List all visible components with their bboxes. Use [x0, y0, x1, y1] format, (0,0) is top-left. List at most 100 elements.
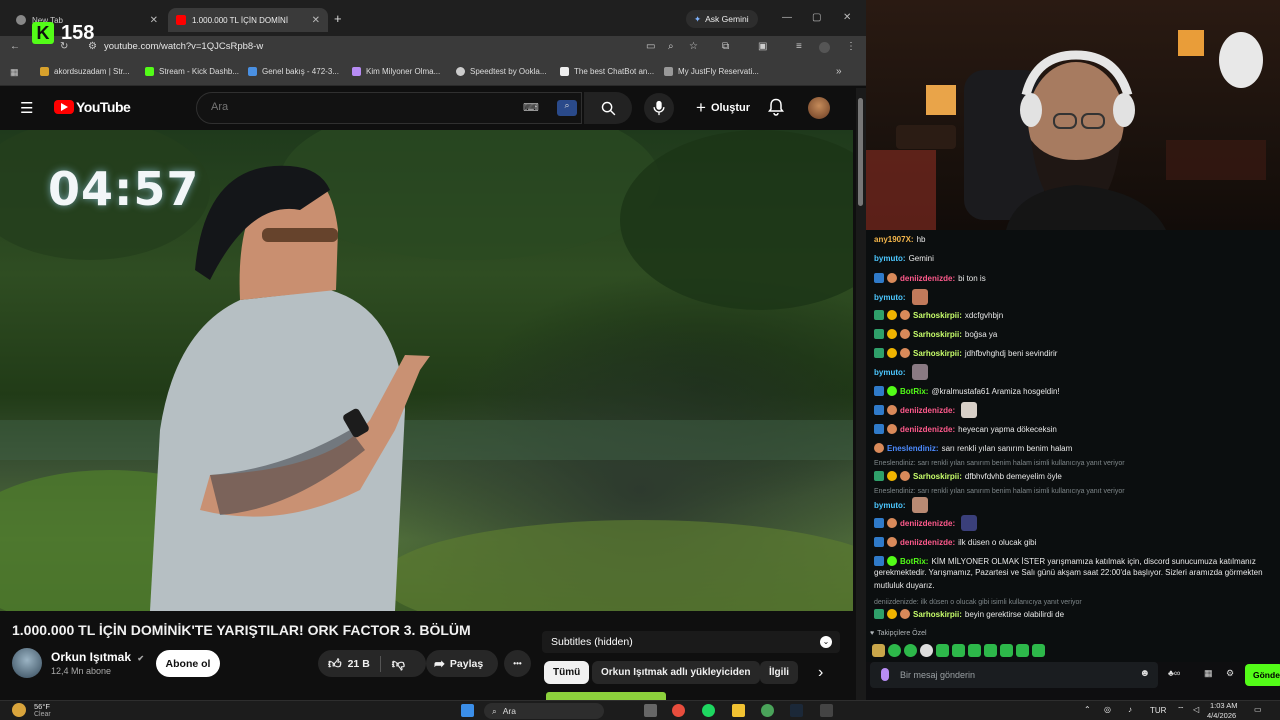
search-input[interactable]	[211, 101, 511, 113]
chat-input[interactable]: Bir mesaj gönderin ☻	[870, 662, 1158, 688]
bookmark-item[interactable]: My JustFly Reservati...	[664, 67, 759, 76]
chip-all[interactable]: Tümü	[544, 661, 590, 684]
extensions-icon[interactable]: ⧉	[722, 41, 729, 52]
sidepanel-icon[interactable]: ▣	[758, 41, 767, 52]
close-window-icon[interactable]: ✕	[843, 12, 851, 23]
bookmarks-overflow-icon[interactable]: »	[836, 66, 842, 77]
language-indicator[interactable]: TUR	[1150, 706, 1166, 715]
file-explorer-icon[interactable]	[732, 704, 745, 717]
new-tab-button[interactable]: +	[334, 11, 342, 26]
share-button[interactable]: ➦ Paylaş	[426, 650, 498, 677]
notification-center-icon[interactable]: ▭	[1254, 705, 1262, 714]
reply-context: Eneslendiniz: sarı renkli yılan sanırım …	[874, 488, 1125, 495]
start-icon[interactable]	[461, 704, 474, 717]
apps-icon[interactable]: ▦	[10, 67, 19, 78]
search-box[interactable]: ⌨ ⌕	[196, 92, 582, 124]
steam-icon[interactable]	[790, 704, 803, 717]
weather-desc[interactable]: Clear	[34, 711, 51, 718]
tray-chevron-icon[interactable]: ⌃	[1084, 705, 1091, 714]
bookmark-item[interactable]: akordsuzadam | Str...	[40, 67, 129, 76]
gift-badge-icon	[887, 273, 897, 283]
back-icon[interactable]: ←	[10, 41, 20, 52]
lens-icon[interactable]: ⌕	[557, 100, 577, 116]
moderator-badge-icon	[874, 405, 884, 415]
chrome-icon	[16, 15, 26, 25]
moderator-badge-icon	[874, 424, 884, 434]
search-button[interactable]	[584, 92, 632, 124]
chat-message: BotRix: @kralmustafa61 Aramiza hosgeldin!	[874, 386, 1060, 396]
video-player[interactable]: 04:57	[0, 130, 853, 611]
send-button[interactable]: Gönder	[1245, 664, 1280, 686]
close-icon[interactable]: ✕	[312, 15, 320, 26]
webcam-feed	[866, 0, 1280, 230]
emote-icon	[961, 515, 978, 531]
like-count[interactable]: 21 B	[348, 658, 370, 670]
tab-youtube[interactable]: 1.000.000 TL İÇİN DOMİNİ ✕	[168, 8, 328, 32]
chip-from-uploader[interactable]: Orkun Işıtmak adlı yükleyiciden	[592, 661, 760, 684]
close-icon[interactable]: ✕	[150, 15, 158, 26]
ask-gemini-button[interactable]: ✦ Ask Gemini	[686, 10, 758, 28]
youtube-logo[interactable]: YouTube	[54, 99, 131, 115]
weather-moon-icon[interactable]	[12, 703, 26, 717]
zoom-icon[interactable]: ⌕	[668, 41, 674, 52]
clock-time[interactable]: 1:03 AM	[1210, 701, 1238, 710]
emoji-icon[interactable]: ☻	[1139, 668, 1150, 679]
scrollbar-thumb[interactable]	[858, 98, 863, 206]
obs-icon[interactable]	[820, 704, 833, 717]
notifications-icon[interactable]	[768, 98, 784, 121]
bookmark-item[interactable]: The best ChatBot an...	[560, 67, 654, 76]
account-avatar[interactable]	[808, 97, 830, 119]
ask-gemini-label: Ask Gemini	[705, 14, 749, 24]
volume-icon[interactable]: ◁	[1193, 705, 1199, 714]
tier-badge-icon	[887, 471, 897, 481]
dislike-icon[interactable]: 👎︎	[392, 656, 405, 672]
create-button[interactable]: + Oluştur	[686, 94, 760, 122]
profile-icon[interactable]	[819, 42, 830, 53]
verified-badge-icon	[887, 386, 897, 396]
recommended-thumbnail[interactable]	[546, 692, 666, 700]
maximize-icon[interactable]: ▢	[812, 12, 821, 23]
spotify-icon[interactable]	[702, 704, 715, 717]
quick-emote-icon[interactable]: ♣∞	[1168, 668, 1180, 678]
clock-date[interactable]: 4/4/2026	[1207, 711, 1236, 720]
plus-icon: +	[696, 98, 706, 117]
store-icon[interactable]: ▦	[1204, 668, 1213, 679]
tray-app-icon[interactable]: ◎	[1104, 705, 1111, 714]
chevron-right-icon[interactable]: ›	[818, 664, 823, 682]
menu-icon[interactable]: ⋮	[846, 41, 856, 52]
hamburger-menu-icon[interactable]: ☰	[20, 99, 33, 117]
moderator-badge-icon	[874, 386, 884, 396]
cast-icon[interactable]: ▭	[646, 41, 655, 52]
emote-icon	[1016, 644, 1029, 657]
emote-bar[interactable]	[872, 644, 1045, 657]
task-view-icon[interactable]	[644, 704, 657, 717]
bookmark-item[interactable]: Kim Milyoner Olma...	[352, 67, 440, 76]
keyboard-icon[interactable]: ⌨	[523, 101, 539, 114]
bookmark-item[interactable]: Speedtest by Ookla...	[456, 67, 547, 76]
emote-icon	[1032, 644, 1045, 657]
settings-icon[interactable]: ⚙	[1226, 668, 1234, 679]
chip-related[interactable]: İlgili	[760, 661, 798, 684]
subtitles-toggle[interactable]: Subtitles (hidden) ⌄	[542, 631, 840, 653]
video-title: 1.000.000 TL İÇİN DOMİNİK'TE YARIŞTILAR!…	[12, 622, 471, 638]
app-icon[interactable]	[672, 704, 685, 717]
more-actions-button[interactable]: •••	[504, 650, 531, 677]
minimize-icon[interactable]: —	[782, 12, 792, 23]
bookmark-star-icon[interactable]: ☆	[689, 41, 698, 52]
taskbar-search[interactable]: ⌕ Ara	[484, 703, 604, 719]
subscribe-button[interactable]: Abone ol	[156, 650, 220, 677]
chrome-icon[interactable]	[761, 704, 774, 717]
like-icon[interactable]: 👍︎	[328, 656, 342, 672]
media-icon[interactable]: ≡	[796, 41, 802, 52]
bookmark-item[interactable]: Stream - Kick Dashb...	[145, 67, 239, 76]
voice-search-button[interactable]	[644, 93, 674, 123]
url-field[interactable]: youtube.com/watch?v=1QJCsRpb8-w	[104, 41, 263, 52]
channel-avatar[interactable]	[12, 648, 42, 678]
bookmark-item[interactable]: Genel bakış - 472-3...	[248, 67, 339, 76]
tray-mic-icon[interactable]: ♪	[1128, 705, 1132, 714]
chat-message: Eneslendiniz: sarı renkli yılan sanırım b…	[874, 443, 1072, 453]
channel-name[interactable]: Orkun Işıtmak ✔	[51, 650, 144, 664]
mic-icon[interactable]	[881, 668, 889, 681]
wifi-icon[interactable]: ⌔	[1177, 705, 1185, 715]
weather-temp[interactable]: 56°F	[34, 702, 50, 711]
